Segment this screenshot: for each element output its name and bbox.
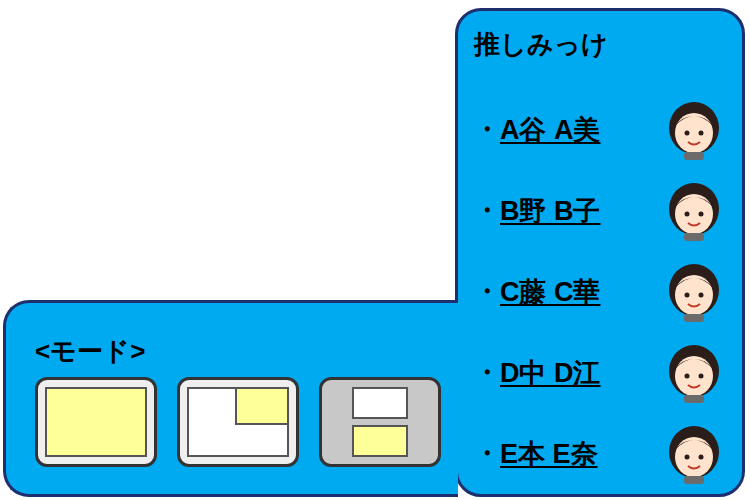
member-row[interactable]: ・A谷 A美 [474, 89, 722, 170]
member-row[interactable]: ・B野 B子 [474, 170, 722, 251]
avatar-icon [666, 100, 722, 160]
bullet: ・ [474, 353, 500, 392]
panel-title: 推しみっけ [474, 27, 722, 61]
member-link[interactable]: D中 D江 [500, 356, 601, 390]
mode-panel: <モード> [3, 300, 458, 497]
oshi-panel: 推しみっけ・A谷 A美・B野 B子・C藤 C華・D中 D江・E本 E奈 [455, 8, 745, 497]
screen-main [45, 387, 147, 457]
bullet: ・ [474, 434, 500, 473]
avatar-icon [666, 181, 722, 241]
mode-label: <モード> [35, 335, 458, 367]
member-link[interactable]: A谷 A美 [500, 113, 601, 147]
member-link[interactable]: B野 B子 [500, 194, 601, 228]
member-link[interactable]: C藤 C華 [500, 275, 601, 309]
member-list: ・A谷 A美・B野 B子・C藤 C華・D中 D江・E本 E奈 [474, 89, 722, 494]
mode-button[interactable] [35, 377, 157, 467]
member-row[interactable]: ・E本 E奈 [474, 413, 722, 494]
screen-sub [235, 389, 287, 425]
member-link[interactable]: E本 E奈 [500, 437, 598, 471]
mode-button[interactable] [177, 377, 299, 467]
screen-main [187, 387, 289, 457]
avatar-icon [666, 424, 722, 484]
bullet: ・ [474, 272, 500, 311]
avatar-icon [666, 262, 722, 322]
member-row[interactable]: ・C藤 C華 [474, 251, 722, 332]
screen-top [352, 387, 408, 419]
mode-list [35, 377, 458, 467]
bullet: ・ [474, 191, 500, 230]
member-row[interactable]: ・D中 D江 [474, 332, 722, 413]
bullet: ・ [474, 110, 500, 149]
page: <モード>推しみっけ・A谷 A美・B野 B子・C藤 C華・D中 D江・E本 E奈 [0, 0, 750, 500]
avatar-icon [666, 343, 722, 403]
screen-bottom [352, 425, 408, 457]
mode-button[interactable] [319, 377, 441, 467]
